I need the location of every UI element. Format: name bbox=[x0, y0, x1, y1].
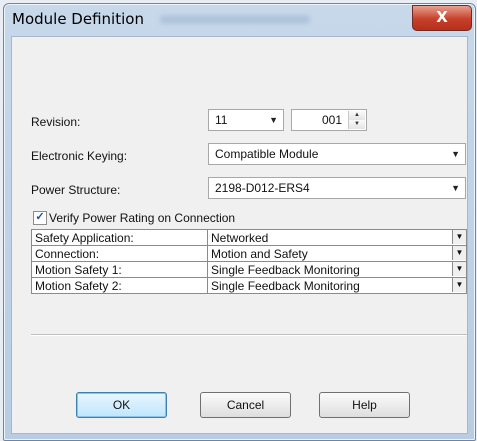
spin-up-down-icon[interactable]: ▲ ▼ bbox=[348, 111, 365, 129]
table-row: Motion Safety 2: Single Feedback Monitor… bbox=[31, 277, 467, 294]
property-name: Motion Safety 1: bbox=[31, 261, 208, 278]
property-value: Single Feedback Monitoring bbox=[211, 278, 360, 293]
property-value-select[interactable]: Motion and Safety ▼ bbox=[207, 245, 467, 262]
chevron-down-icon[interactable]: ▼ bbox=[452, 262, 466, 276]
verify-power-rating-label[interactable]: Verify Power Rating on Connection bbox=[49, 211, 235, 225]
chevron-down-icon: ▼ bbox=[451, 183, 460, 193]
verify-power-rating-checkbox[interactable]: ✓ bbox=[33, 211, 47, 225]
help-button[interactable]: Help bbox=[319, 392, 410, 418]
table-row: Connection: Motion and Safety ▼ bbox=[31, 245, 467, 262]
property-value: Motion and Safety bbox=[211, 246, 308, 261]
property-value-select[interactable]: Single Feedback Monitoring ▼ bbox=[207, 261, 467, 278]
property-name: Safety Application: bbox=[31, 229, 208, 246]
checkmark-icon: ✓ bbox=[35, 211, 45, 223]
property-value-select[interactable]: Networked ▼ bbox=[207, 229, 467, 246]
revision-label: Revision: bbox=[31, 115, 81, 129]
chevron-down-icon: ▼ bbox=[451, 149, 460, 159]
cancel-button[interactable]: Cancel bbox=[200, 392, 291, 418]
electronic-keying-label: Electronic Keying: bbox=[31, 149, 128, 163]
table-row: Safety Application: Networked ▼ bbox=[31, 229, 467, 246]
revision-major-value: 11 bbox=[215, 113, 228, 127]
property-name: Motion Safety 2: bbox=[31, 277, 208, 294]
property-value-select[interactable]: Single Feedback Monitoring ▼ bbox=[207, 277, 467, 294]
divider bbox=[31, 334, 467, 336]
electronic-keying-select[interactable]: Compatible Module ▼ bbox=[208, 143, 466, 165]
chevron-down-icon[interactable]: ▼ bbox=[452, 278, 466, 292]
close-button[interactable]: X bbox=[412, 5, 472, 31]
chevron-down-icon[interactable]: ▼ bbox=[452, 230, 466, 244]
safety-properties-grid: Safety Application: Networked ▼ Connectio… bbox=[31, 229, 467, 294]
power-structure-select[interactable]: 2198-D012-ERS4 ▼ bbox=[208, 177, 466, 199]
revision-minor-value: 001 bbox=[321, 113, 342, 127]
spin-up-icon[interactable]: ▲ bbox=[349, 111, 365, 120]
title-path-blurred bbox=[160, 15, 310, 24]
dialog-title: Module Definition bbox=[12, 10, 144, 28]
table-row: Motion Safety 1: Single Feedback Monitor… bbox=[31, 261, 467, 278]
property-value: Networked bbox=[211, 230, 269, 245]
revision-major-select[interactable]: 11 ▼ bbox=[208, 109, 284, 131]
property-name: Connection: bbox=[31, 245, 208, 262]
electronic-keying-value: Compatible Module bbox=[215, 147, 319, 161]
chevron-down-icon: ▼ bbox=[269, 115, 278, 125]
chevron-down-icon[interactable]: ▼ bbox=[452, 246, 466, 260]
module-definition-dialog: Module Definition X Revision: 11 ▼ 001 ▲… bbox=[3, 3, 476, 441]
spin-down-icon[interactable]: ▼ bbox=[349, 120, 365, 129]
ok-button[interactable]: OK bbox=[76, 392, 167, 418]
dialog-body: Revision: 11 ▼ 001 ▲ ▼ Electronic Keying… bbox=[11, 36, 468, 434]
property-value: Single Feedback Monitoring bbox=[211, 262, 360, 277]
revision-minor-spinbox[interactable]: 001 ▲ ▼ bbox=[291, 109, 367, 131]
power-structure-label: Power Structure: bbox=[31, 183, 121, 197]
power-structure-value: 2198-D012-ERS4 bbox=[215, 181, 310, 195]
